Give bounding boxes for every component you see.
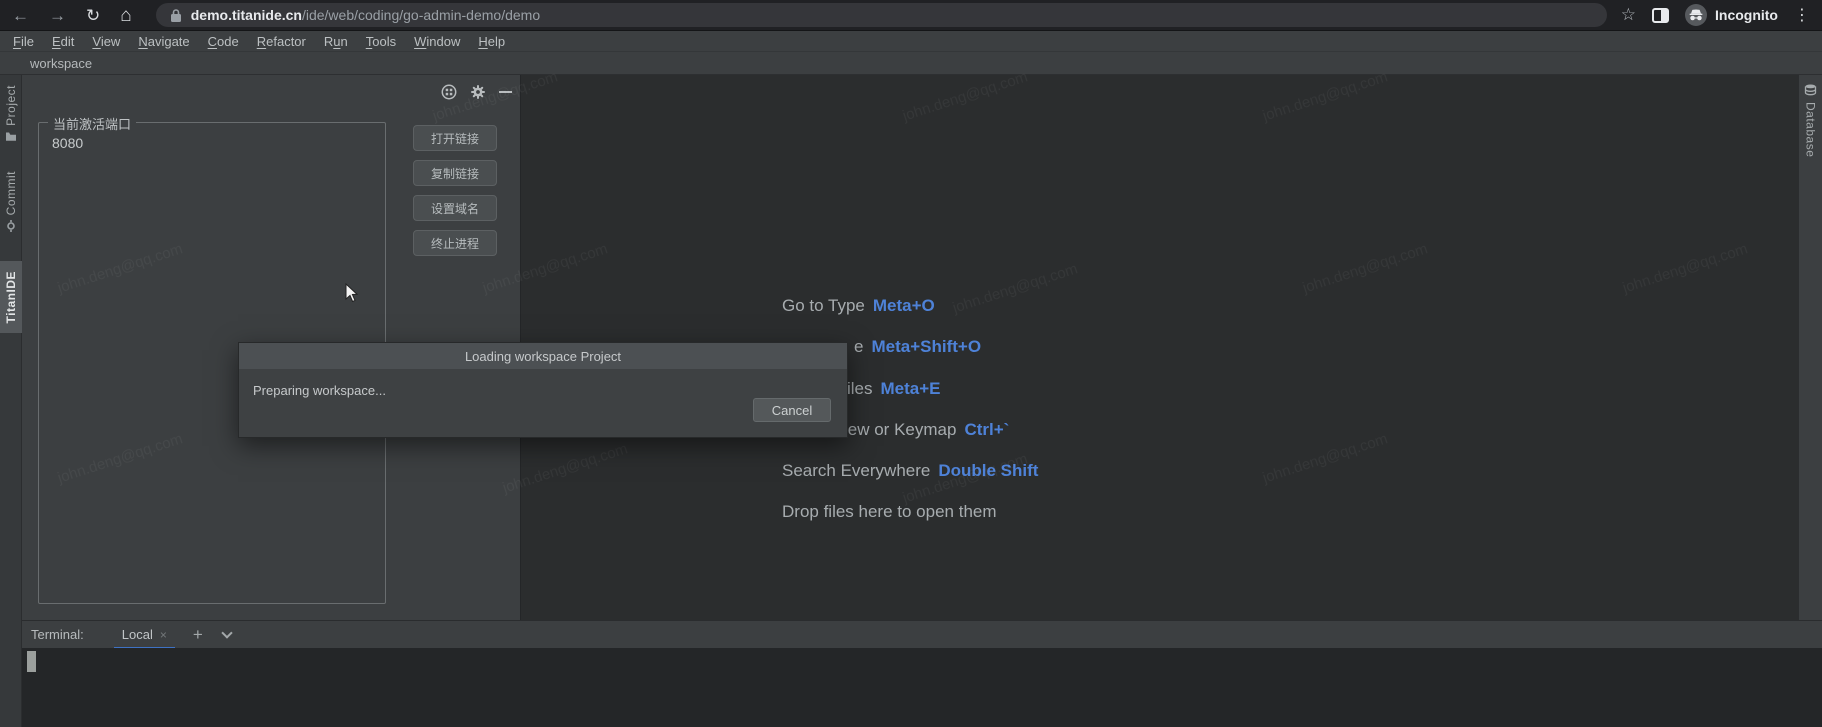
terminal-output[interactable]: [22, 648, 1822, 727]
database-icon: [1804, 84, 1817, 97]
active-ports-title: 当前激活端口: [48, 114, 136, 133]
menu-edit[interactable]: Edit: [43, 34, 83, 49]
mouse-cursor: [345, 283, 359, 303]
incognito-badge: Incognito: [1685, 4, 1778, 26]
back-icon[interactable]: ←: [12, 7, 29, 24]
hint-go-to-file: eMeta+Shift+O: [854, 337, 981, 357]
incognito-icon: [1685, 4, 1707, 26]
browse-grid-icon[interactable]: [441, 84, 457, 100]
gear-icon[interactable]: [470, 84, 486, 100]
lock-icon[interactable]: [170, 8, 182, 23]
database-tab-label[interactable]: Database: [1804, 102, 1818, 157]
url-path: /ide/web/coding/go-admin-demo/demo: [302, 7, 540, 23]
sidebar-item-titanide[interactable]: TitanIDE: [0, 261, 22, 333]
menu-navigate[interactable]: Navigate: [129, 34, 198, 49]
hint-view-keymap: iew or KeymapCtrl+`: [844, 420, 1009, 440]
ide-menu-bar: File Edit View Navigate Code Refactor Ru…: [0, 30, 1822, 51]
menu-file[interactable]: File: [4, 34, 43, 49]
left-tool-strip: Project Commit TitanIDE: [0, 75, 22, 727]
loading-dialog: Loading workspace Project Preparing work…: [238, 342, 848, 438]
menu-refactor[interactable]: Refactor: [248, 34, 315, 49]
browser-toolbar: ← → ↻ ⌂ demo.titanide.cn/ide/web/coding/…: [0, 0, 1822, 30]
cancel-button[interactable]: Cancel: [753, 398, 831, 422]
terminal-label: Terminal:: [31, 627, 84, 642]
copy-link-button[interactable]: 复制链接: [413, 160, 497, 186]
set-domain-button[interactable]: 设置域名: [413, 195, 497, 221]
url-text: demo.titanide.cn/ide/web/coding/go-admin…: [191, 7, 540, 23]
open-link-button[interactable]: 打开链接: [413, 125, 497, 151]
commit-tab-label: Commit: [4, 171, 18, 215]
new-terminal-icon[interactable]: +: [193, 625, 203, 645]
url-domain: demo.titanide.cn: [191, 7, 302, 23]
hint-search-everywhere: Search EverywhereDouble Shift: [782, 461, 1038, 481]
dialog-message: Preparing workspace...: [253, 383, 386, 398]
app-window: ← → ↻ ⌂ demo.titanide.cn/ide/web/coding/…: [0, 0, 1822, 727]
titanide-tab-label: TitanIDE: [4, 271, 18, 323]
kill-process-button[interactable]: 终止进程: [413, 230, 497, 256]
port-list-item[interactable]: 8080: [46, 134, 89, 152]
chevron-down-icon[interactable]: [221, 627, 232, 638]
forward-icon[interactable]: →: [49, 7, 66, 24]
tab-close-icon[interactable]: ×: [160, 628, 167, 642]
incognito-label: Incognito: [1715, 7, 1778, 23]
menu-help[interactable]: Help: [469, 34, 514, 49]
dialog-title: Loading workspace Project: [239, 343, 847, 369]
hint-drop-files: Drop files here to open them: [782, 502, 997, 522]
menu-code[interactable]: Code: [199, 34, 248, 49]
folder-icon: [5, 131, 17, 142]
menu-view[interactable]: View: [83, 34, 129, 49]
hide-panel-icon[interactable]: [499, 91, 512, 93]
sidebar-item-project[interactable]: Project: [0, 85, 22, 161]
commit-icon: [5, 220, 17, 232]
menu-tools[interactable]: Tools: [357, 34, 405, 49]
right-tool-strip: Database: [1798, 75, 1822, 620]
hint-recent-files: ilesMeta+E: [847, 379, 941, 399]
menu-window[interactable]: Window: [405, 34, 469, 49]
bookmark-star-icon[interactable]: ☆: [1621, 5, 1636, 25]
home-icon[interactable]: ⌂: [120, 6, 131, 25]
refresh-icon[interactable]: ↻: [86, 7, 100, 24]
project-tab-label: Project: [4, 85, 18, 126]
hint-go-to-type: Go to TypeMeta+O: [782, 296, 935, 316]
address-bar[interactable]: demo.titanide.cn/ide/web/coding/go-admin…: [156, 3, 1607, 27]
terminal-tab-local[interactable]: Local ×: [114, 621, 175, 649]
terminal-toolbar: Terminal: Local × +: [22, 620, 1822, 648]
terminal-cursor: [27, 651, 36, 672]
workspace-label[interactable]: workspace: [30, 56, 92, 71]
side-panel-icon[interactable]: [1652, 8, 1669, 23]
workspace-breadcrumb: workspace: [0, 51, 1822, 75]
browser-menu-icon[interactable]: ⋮: [1794, 5, 1810, 25]
menu-run[interactable]: Run: [315, 34, 357, 49]
sidebar-item-commit[interactable]: Commit: [0, 171, 22, 247]
